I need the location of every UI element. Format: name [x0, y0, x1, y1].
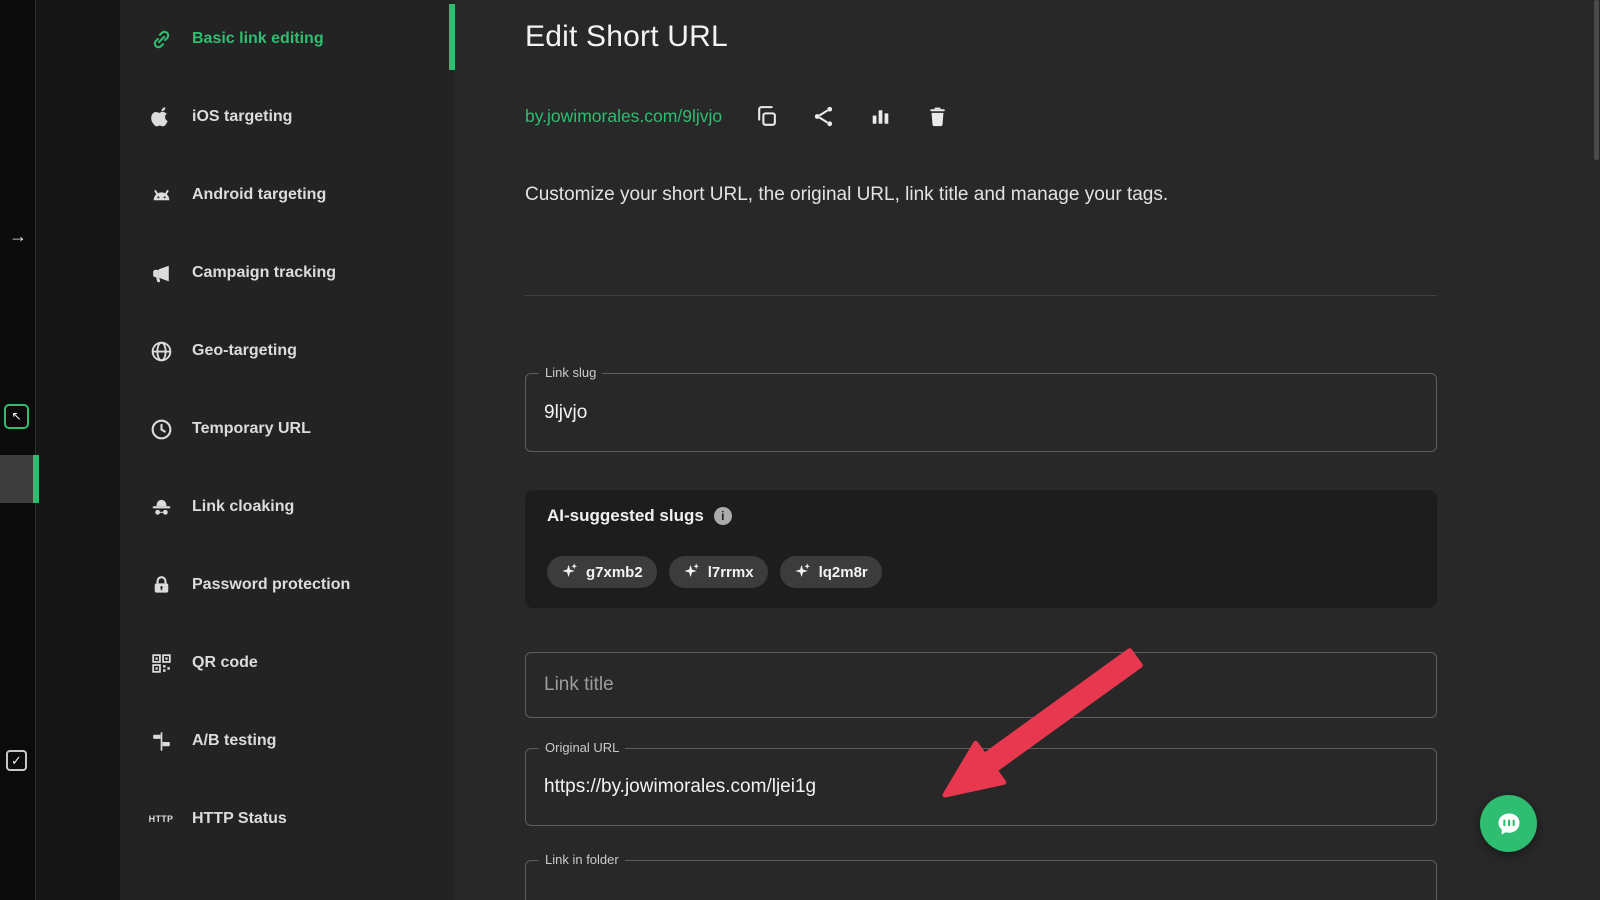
statistics-button[interactable]	[868, 104, 893, 129]
clock-icon	[148, 416, 174, 442]
field-label: Link slug	[539, 365, 603, 380]
checkbox-icon[interactable]: ✓	[6, 750, 27, 771]
ab-split-icon	[148, 728, 174, 754]
sidebar-item-label: Basic link editing	[192, 30, 324, 47]
ai-slug-chip[interactable]: g7xmb2	[547, 556, 657, 588]
sidebar-item-temporary-url[interactable]: Temporary URL	[120, 390, 455, 468]
original-url-value: https://by.jowimorales.com/ljei1g	[544, 776, 817, 797]
rail-selected-item[interactable]	[0, 455, 35, 503]
link-icon	[148, 26, 174, 52]
sparkle-icon	[683, 562, 700, 583]
main-panel: Edit Short URL by.jowimorales.com/9ljvjo	[455, 0, 1600, 900]
ai-panel-header: AI-suggested slugs i	[547, 506, 732, 526]
ai-slug-chip[interactable]: l7rrmx	[668, 556, 768, 588]
left-rail-gap	[35, 0, 120, 900]
info-icon[interactable]: i	[713, 507, 732, 525]
sidebar-item-label: Geo-targeting	[192, 342, 297, 359]
link-in-folder-input[interactable]: Link in folder	[525, 852, 1437, 900]
sidebar-item-label: Campaign tracking	[192, 264, 337, 281]
ai-suggested-slugs-panel: AI-suggested slugs i g7xmb2 l7rrmx lq2m8…	[525, 490, 1437, 608]
sidebar-item-ios-targeting[interactable]: iOS targeting	[120, 78, 455, 156]
sparkle-icon	[561, 562, 578, 583]
ai-slug-chips: g7xmb2 l7rrmx lq2m8r	[547, 556, 882, 588]
short-url-link[interactable]: by.jowimorales.com/9ljvjo	[525, 106, 722, 127]
app: → ↖ ✓ Basic link editing iOS targeting A…	[0, 0, 1600, 900]
arrow-right-icon[interactable]: →	[9, 226, 27, 247]
settings-sidebar: Basic link editing iOS targeting Android…	[120, 0, 455, 900]
http-icon: HTTP	[148, 814, 174, 824]
delete-button[interactable]	[925, 104, 950, 129]
sidebar-item-label: HTTP Status	[192, 810, 287, 827]
field-label: Original URL	[539, 740, 626, 755]
field-label: Link in folder	[539, 852, 625, 867]
link-title-placeholder: Link title	[544, 674, 614, 695]
sidebar-item-ab-testing[interactable]: A/B testing	[120, 702, 455, 780]
megaphone-icon	[148, 260, 174, 286]
sidebar-item-http-status[interactable]: HTTP HTTP Status	[120, 780, 455, 858]
page-title: Edit Short URL	[525, 20, 728, 53]
rail-active-indicator	[33, 455, 39, 503]
link-in-folder-value	[526, 861, 1436, 900]
apple-icon	[148, 104, 174, 130]
scrollbar-thumb[interactable]	[1594, 0, 1599, 160]
incognito-mask-icon	[148, 494, 174, 520]
sidebar-item-label: A/B testing	[192, 732, 277, 749]
sidebar-item-label: Password protection	[192, 576, 351, 593]
android-icon	[148, 182, 174, 208]
sidebar-item-label: Link cloaking	[192, 498, 295, 515]
ai-slug-chip-label: lq2m8r	[818, 563, 868, 581]
sidebar-item-geo-targeting[interactable]: Geo-targeting	[120, 312, 455, 390]
link-title-input[interactable]: Link title	[525, 652, 1437, 718]
chat-launcher-button[interactable]	[1480, 795, 1537, 852]
sidebar-item-qr-code[interactable]: QR code	[120, 624, 455, 702]
sidebar-item-link-cloaking[interactable]: Link cloaking	[120, 468, 455, 546]
sidebar-item-password-protection[interactable]: Password protection	[120, 546, 455, 624]
link-slug-value: 9ljvjo	[544, 401, 588, 423]
divider	[525, 295, 1437, 296]
sidebar-item-label: QR code	[192, 654, 258, 671]
page-description: Customize your short URL, the original U…	[525, 184, 1169, 205]
sidebar-item-label: iOS targeting	[192, 108, 293, 125]
chat-bubble-icon	[1495, 810, 1523, 838]
qr-code-icon	[148, 650, 174, 676]
copy-button[interactable]	[754, 104, 779, 129]
short-url-row: by.jowimorales.com/9ljvjo	[525, 104, 950, 129]
ai-slug-chip[interactable]: lq2m8r	[779, 556, 882, 588]
ai-slug-chip-label: l7rrmx	[707, 563, 754, 581]
sidebar-item-android-targeting[interactable]: Android targeting	[120, 156, 455, 234]
share-button[interactable]	[811, 104, 836, 129]
lock-icon	[148, 572, 174, 598]
ai-slug-chip-label: g7xmb2	[586, 563, 643, 581]
link-slug-input[interactable]: Link slug 9ljvjo	[525, 365, 1437, 452]
sparkle-icon	[794, 562, 811, 583]
open-link-icon[interactable]: ↖	[4, 404, 29, 429]
sidebar-item-campaign-tracking[interactable]: Campaign tracking	[120, 234, 455, 312]
ai-panel-title: AI-suggested slugs	[547, 506, 704, 525]
original-url-input[interactable]: Original URL https://by.jowimorales.com/…	[525, 740, 1437, 826]
sidebar-item-label: Android targeting	[192, 186, 327, 203]
globe-icon	[148, 338, 174, 364]
sidebar-item-label: Temporary URL	[192, 420, 311, 437]
sidebar-item-basic-link-editing[interactable]: Basic link editing	[120, 0, 455, 78]
